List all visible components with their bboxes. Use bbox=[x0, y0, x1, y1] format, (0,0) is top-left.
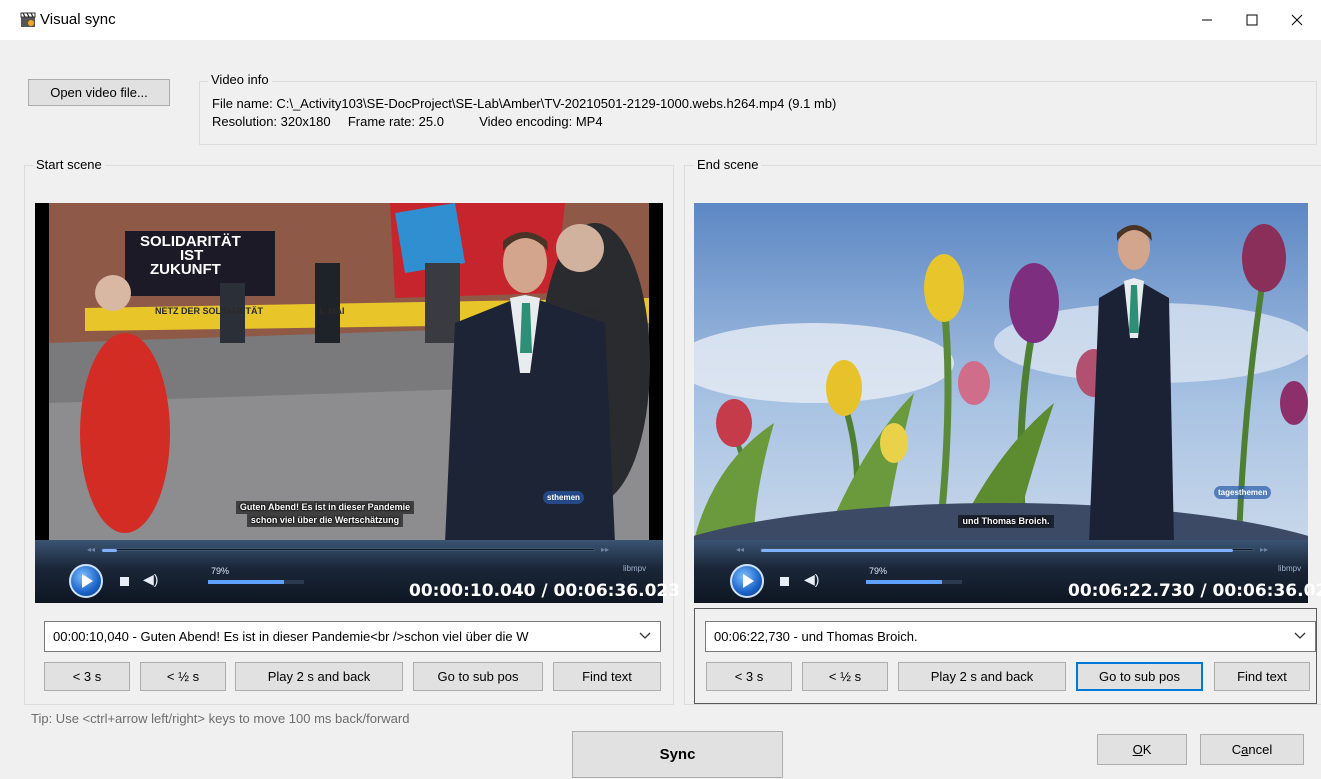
start-volume-icon[interactable]: ◀) bbox=[143, 571, 158, 588]
file-name-line: File name: C:\_Activity103\SE-DocProject… bbox=[212, 96, 836, 111]
maximize-button[interactable] bbox=[1230, 0, 1274, 40]
start-paragraph-selected: 00:00:10,040 - Guten Abend! Es ist in di… bbox=[53, 629, 529, 644]
title-bar: Visual sync bbox=[0, 0, 1321, 40]
end-seek-fill bbox=[761, 549, 1233, 552]
start-banner-text: SOLIDARITÄT IST ZUKUNFT bbox=[140, 234, 241, 278]
start-tape-text1: NETZ DER SOLIDARITÄT bbox=[155, 306, 263, 316]
end-video-subtitle: und Thomas Broich. bbox=[946, 515, 1066, 528]
start-subtitle-line2: schon viel über die Wertschätzung bbox=[246, 514, 404, 527]
resolution-value: 320x180 bbox=[280, 114, 331, 129]
start-seek-fill bbox=[102, 549, 117, 552]
end-find-text-label: Find text bbox=[1237, 669, 1287, 684]
start-play-2s-button[interactable]: Play 2 s and back bbox=[235, 662, 403, 691]
end-rewind-icon: ◂◂ bbox=[736, 545, 745, 554]
video-properties-line: Resolution: 320x180 Frame rate: 25.0 Vid… bbox=[212, 114, 603, 129]
frame-rate-value: 25.0 bbox=[418, 114, 444, 129]
end-go-to-sub-pos-label: Go to sub pos bbox=[1099, 669, 1180, 684]
start-play-button[interactable] bbox=[69, 564, 103, 598]
window-title: Visual sync bbox=[40, 11, 116, 28]
start-forward-icon: ▸▸ bbox=[601, 545, 610, 554]
file-name-label: File name: bbox=[212, 96, 273, 111]
start-player-controls: ◂◂ ▸▸ ◀) 79% libmpv 00:00:10.040 / 00:06… bbox=[35, 540, 680, 603]
end-libmpv-label: libmpv bbox=[1278, 564, 1302, 573]
start-timecode: 00:00:10.040 / 00:06:36.023 bbox=[409, 581, 681, 601]
start-go-to-sub-pos-button[interactable]: Go to sub pos bbox=[413, 662, 543, 691]
minimize-button[interactable] bbox=[1185, 0, 1229, 40]
end-timecode: 00:06:22.730 / 00:06:36.023 bbox=[1068, 581, 1321, 601]
start-stop-button[interactable] bbox=[120, 577, 129, 586]
start-tape-text: NETZ DER SOLIDARITÄT 1. MAI URG bbox=[155, 306, 600, 316]
start-subtitle-line1: Guten Abend! Es ist in dieser Pandemie bbox=[235, 501, 415, 514]
frame-rate-label: Frame rate: bbox=[347, 114, 415, 129]
start-banner-line3: ZUKUNFT bbox=[150, 261, 221, 278]
end-scene-legend: End scene bbox=[694, 157, 762, 172]
end-subtitle-line: und Thomas Broich. bbox=[958, 515, 1054, 528]
start-channel-logo: sthemen bbox=[543, 491, 584, 504]
end-back-half-second-button[interactable]: < ½ s bbox=[802, 662, 888, 691]
close-icon bbox=[1291, 14, 1303, 26]
start-video-image bbox=[35, 203, 663, 540]
app-icon bbox=[20, 12, 36, 27]
end-stop-button[interactable] bbox=[780, 577, 789, 586]
start-find-text-label: Find text bbox=[582, 669, 632, 684]
end-back-3s-label: < 3 s bbox=[734, 669, 764, 684]
end-volume-percent: 79% bbox=[869, 566, 888, 576]
end-find-text-button[interactable]: Find text bbox=[1214, 662, 1310, 691]
end-paragraph-selected: 00:06:22,730 - und Thomas Broich. bbox=[714, 629, 918, 644]
minimize-icon bbox=[1202, 19, 1212, 21]
end-play-2s-label: Play 2 s and back bbox=[930, 669, 1034, 684]
video-info-group bbox=[199, 81, 1317, 145]
end-forward-icon: ▸▸ bbox=[1260, 545, 1269, 554]
start-scene-legend: Start scene bbox=[33, 157, 105, 172]
start-video-frame[interactable]: SOLIDARITÄT IST ZUKUNFT NETZ DER SOLIDAR… bbox=[35, 203, 663, 540]
sync-button[interactable]: Sync bbox=[572, 731, 783, 778]
end-volume-icon[interactable]: ◀) bbox=[804, 571, 819, 588]
start-back-3s-button[interactable]: < 3 s bbox=[44, 662, 130, 691]
cancel-button[interactable]: Cancel bbox=[1200, 734, 1304, 765]
encoding-value: MP4 bbox=[575, 114, 603, 129]
end-video-frame[interactable]: und Thomas Broich. tagesthemen bbox=[694, 203, 1308, 540]
start-go-to-sub-pos-label: Go to sub pos bbox=[437, 669, 519, 684]
open-video-file-button[interactable]: Open video file... bbox=[28, 79, 170, 106]
start-tape-text3: URG bbox=[579, 306, 600, 316]
file-name-value: C:\_Activity103\SE-DocProject\SE-Lab\Amb… bbox=[276, 96, 837, 111]
cancel-label: Cancel bbox=[1231, 742, 1273, 757]
end-volume-fill bbox=[866, 580, 942, 584]
tip-text: Tip: Use <ctrl+arrow left/right> keys to… bbox=[31, 711, 410, 726]
ok-label: OK bbox=[1132, 742, 1152, 757]
end-paragraph-dropdown[interactable]: 00:06:22,730 - und Thomas Broich. bbox=[705, 621, 1316, 652]
start-tape-text2: 1. MAI bbox=[318, 306, 345, 316]
sync-label: Sync bbox=[659, 746, 696, 763]
start-volume-percent: 79% bbox=[211, 566, 230, 576]
start-rewind-icon: ◂◂ bbox=[87, 545, 96, 554]
end-go-to-sub-pos-button[interactable]: Go to sub pos bbox=[1076, 662, 1203, 691]
start-back-half-second-button[interactable]: < ½ s bbox=[140, 662, 226, 691]
end-player-controls: ◂◂ ▸▸ ◀) 79% libmpv 00:06:22.730 / 00:06… bbox=[694, 540, 1321, 603]
end-back-half-label: < ½ s bbox=[828, 669, 862, 684]
open-video-file-label: Open video file... bbox=[50, 85, 148, 100]
start-back-3s-label: < 3 s bbox=[72, 669, 102, 684]
resolution-label: Resolution: bbox=[212, 114, 278, 129]
start-back-half-label: < ½ s bbox=[166, 669, 200, 684]
maximize-icon bbox=[1246, 14, 1258, 26]
start-find-text-button[interactable]: Find text bbox=[553, 662, 661, 691]
end-back-3s-button[interactable]: < 3 s bbox=[706, 662, 792, 691]
end-play-2s-button[interactable]: Play 2 s and back bbox=[898, 662, 1066, 691]
end-play-button[interactable] bbox=[730, 564, 764, 598]
end-play-icon bbox=[743, 574, 754, 588]
end-channel-logo: tagesthemen bbox=[1214, 486, 1272, 499]
start-paragraph-dropdown[interactable]: 00:00:10,040 - Guten Abend! Es ist in di… bbox=[44, 621, 661, 652]
start-libmpv-label: libmpv bbox=[623, 564, 647, 573]
encoding-label: Video encoding: bbox=[479, 114, 573, 129]
start-volume-fill bbox=[208, 580, 284, 584]
start-play-icon bbox=[82, 574, 93, 588]
video-info-legend: Video info bbox=[208, 72, 272, 87]
chevron-down-icon bbox=[639, 632, 651, 639]
start-seek-bar[interactable] bbox=[101, 548, 595, 551]
start-play-2s-label: Play 2 s and back bbox=[267, 669, 371, 684]
start-video-subtitle: Guten Abend! Es ist in dieser Pandemie s… bbox=[215, 501, 435, 527]
close-button[interactable] bbox=[1275, 0, 1319, 40]
chevron-down-icon bbox=[1294, 632, 1306, 639]
ok-button[interactable]: OK bbox=[1097, 734, 1187, 765]
